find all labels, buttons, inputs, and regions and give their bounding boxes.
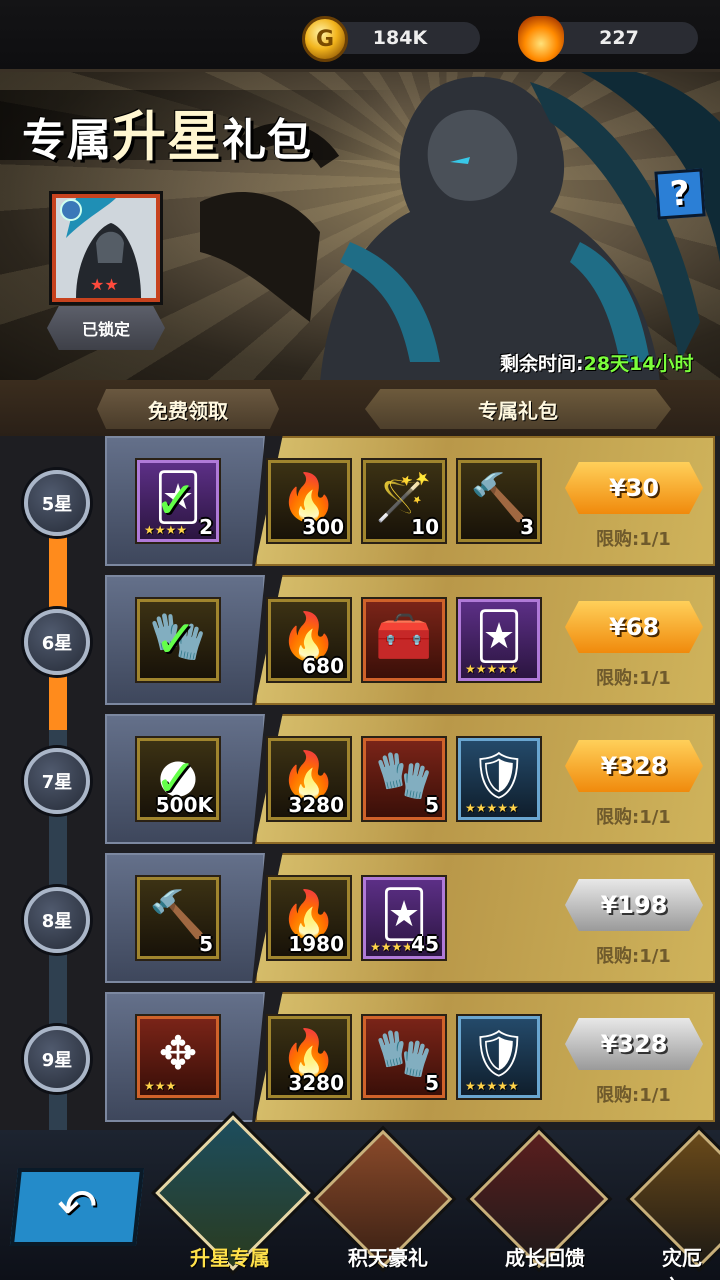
screen: 184K G 227 专属升星礼包 ? ★★ 已锁定 剩余时间:28天14小时 …: [0, 0, 720, 1280]
tab-label-star-exclusive: 升星专属: [190, 1246, 270, 1270]
gold-coin-icon: G: [302, 16, 348, 62]
hero-portrait-icon: 🛡: [469, 748, 529, 802]
price-button[interactable]: ¥198: [565, 879, 703, 931]
item-stars: ★★★★: [144, 523, 188, 537]
tab-label-calamity: 灾厄之: [662, 1246, 702, 1280]
resource-bar: 184K G 227: [0, 0, 720, 72]
hero-portrait-icon: 🛡: [469, 1026, 529, 1080]
tab-label-growth-reward: 成长回馈: [505, 1246, 585, 1270]
item-count: 3: [520, 515, 534, 539]
item-count: 5: [425, 793, 439, 817]
item-stars: ★★★★★: [465, 662, 519, 676]
back-arrow-icon: ↶: [53, 1179, 101, 1235]
pack-item[interactable]: 🔥 1980: [268, 877, 350, 959]
star-level-node: 6星: [24, 609, 90, 675]
free-reward-item[interactable]: 🧤 ✓: [137, 599, 219, 681]
purchase-limit: 限购:1/1: [596, 668, 671, 689]
item-count: 3280: [288, 793, 344, 817]
pack-item[interactable]: 🧰: [363, 599, 445, 681]
pack-item[interactable]: 🔥 3280: [268, 1016, 350, 1098]
pack-item[interactable]: 🃏 ★★★★★: [458, 599, 540, 681]
hero-rank-stars: ★★: [90, 275, 119, 294]
hero-card-icon: 🃏: [475, 609, 523, 663]
pack-item[interactable]: 🃏 ★★★★ 45: [363, 877, 445, 959]
page-title: 专属升星礼包: [22, 105, 312, 168]
item-count: 1980: [288, 932, 344, 956]
help-button[interactable]: ?: [654, 168, 706, 220]
pack-item[interactable]: 🔥 3280: [268, 738, 350, 820]
item-count: 680: [302, 654, 344, 678]
pack-item[interactable]: 🛡 ★★★★★: [458, 738, 540, 820]
price-button[interactable]: ¥328: [565, 740, 703, 792]
free-reward-item[interactable]: 🔨 5: [137, 877, 219, 959]
item-stars: ★★★★★: [465, 801, 519, 815]
hero-card[interactable]: ★★: [52, 194, 160, 302]
back-button[interactable]: ↶: [9, 1168, 145, 1246]
item-count: 300: [302, 515, 344, 539]
exclusive-pack-header: 专属礼包: [365, 389, 671, 429]
earrings-icon: ✥: [158, 1026, 198, 1080]
flame-key-icon: [518, 16, 564, 62]
star-level-node: 7星: [24, 748, 90, 814]
timer-label: 剩余时间:: [500, 353, 584, 375]
item-stars: ★★★★★: [465, 1079, 519, 1093]
price-button[interactable]: ¥68: [565, 601, 703, 653]
purchase-limit: 限购:1/1: [596, 1085, 671, 1106]
purchase-limit: 限购:1/1: [596, 807, 671, 828]
item-count: 500K: [155, 793, 213, 817]
price-button[interactable]: ¥30: [565, 462, 703, 514]
star-level-node: 9星: [24, 1026, 90, 1092]
treasure-chest-icon: 🧰: [375, 609, 433, 663]
item-count: 45: [411, 932, 439, 956]
star-level-node: 8星: [24, 887, 90, 953]
pack-item[interactable]: 🧤 5: [363, 1016, 445, 1098]
purchase-limit: 限购:1/1: [596, 946, 671, 967]
free-claim-header: 免费领取: [97, 389, 279, 429]
pack-item[interactable]: 🧤 5: [363, 738, 445, 820]
item-count: 10: [411, 515, 439, 539]
free-reward-item[interactable]: 🃏 ✓ ★★★★ 2: [137, 460, 219, 542]
item-stars: ★★★: [144, 1079, 177, 1093]
purchase-limit: 限购:1/1: [596, 529, 671, 550]
item-count: 5: [425, 1071, 439, 1095]
timer-value: 28天14小时: [583, 353, 694, 375]
pack-item[interactable]: 🔥 680: [268, 599, 350, 681]
pack-item[interactable]: 🔨 3: [458, 460, 540, 542]
remaining-time: 剩余时间:28天14小时: [500, 349, 694, 376]
locked-label: 已锁定: [81, 320, 130, 339]
pack-item[interactable]: 🔥 300: [268, 460, 350, 542]
pack-item[interactable]: 🪄 10: [363, 460, 445, 542]
pack-item[interactable]: 🛡 ★★★★★: [458, 1016, 540, 1098]
banner: 专属升星礼包 ? ★★ 已锁定 剩余时间:28天14小时: [0, 72, 720, 380]
item-stars: ★★★★: [370, 940, 414, 954]
item-count: 5: [199, 932, 213, 956]
star-level-node: 5星: [24, 470, 90, 536]
price-button[interactable]: ¥328: [565, 1018, 703, 1070]
checkmark-icon: ✓: [154, 610, 198, 670]
free-reward-item[interactable]: ● ✓ 500K: [137, 738, 219, 820]
locked-button[interactable]: 已锁定: [47, 306, 165, 350]
item-count: 2: [199, 515, 213, 539]
checkmark-icon: ✓: [154, 471, 198, 531]
tab-label-daily-gift: 积天豪礼: [348, 1246, 428, 1270]
free-reward-item[interactable]: ✥ ★★★: [137, 1016, 219, 1098]
item-count: 3280: [288, 1071, 344, 1095]
